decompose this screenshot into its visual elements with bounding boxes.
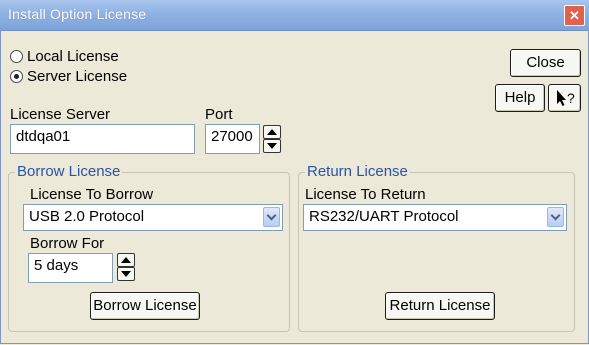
license-server-label: License Server <box>10 106 111 123</box>
arrow-down-icon <box>267 143 277 149</box>
borrow-license-group-title: Borrow License <box>15 163 123 180</box>
return-license-button[interactable]: Return License <box>385 292 495 320</box>
title-bar: Install Option License ✕ <box>0 0 589 31</box>
port-increment-button[interactable] <box>263 125 281 139</box>
question-glyph: ? <box>567 90 575 106</box>
radio-local-license-label: Local License <box>27 48 119 65</box>
radio-button-selected-icon[interactable] <box>10 70 23 83</box>
dropdown-chevron-icon[interactable] <box>263 207 280 227</box>
radio-server-license-label: Server License <box>27 68 128 85</box>
radio-button-icon[interactable] <box>10 50 23 63</box>
borrow-for-increment-button[interactable] <box>117 253 135 267</box>
return-license-group-title: Return License <box>305 163 410 180</box>
pointer-question-icon: ? <box>557 90 575 106</box>
window-title: Install Option License <box>8 6 147 22</box>
arrow-down-icon <box>121 271 131 277</box>
borrow-license-button[interactable]: Borrow License <box>90 292 200 320</box>
radio-server-license[interactable]: Server License <box>10 68 127 85</box>
port-label: Port <box>205 106 233 123</box>
arrow-up-icon <box>267 129 277 135</box>
license-to-return-label: License To Return <box>305 186 426 203</box>
license-to-return-select[interactable]: RS232/UART Protocol <box>303 204 567 231</box>
help-button[interactable]: Help <box>495 84 545 112</box>
radio-local-license[interactable]: Local License <box>10 48 119 65</box>
borrow-for-decrement-button[interactable] <box>117 267 135 281</box>
arrow-up-icon <box>121 257 131 263</box>
license-to-borrow-value: USB 2.0 Protocol <box>29 208 145 225</box>
borrow-for-label: Borrow For <box>30 235 105 252</box>
license-server-input[interactable]: dtdqa01 <box>10 124 195 154</box>
port-spinner[interactable] <box>263 125 281 153</box>
dropdown-chevron-icon[interactable] <box>547 207 564 227</box>
borrow-for-input[interactable]: 5 days <box>28 253 113 283</box>
license-to-return-value: RS232/UART Protocol <box>309 208 459 225</box>
close-window-icon[interactable]: ✕ <box>564 5 585 26</box>
whats-this-button[interactable]: ? <box>548 84 581 112</box>
close-button[interactable]: Close <box>510 49 581 77</box>
license-to-borrow-label: License To Borrow <box>30 186 154 203</box>
port-input[interactable]: 27000 <box>205 124 260 154</box>
borrow-for-spinner[interactable] <box>117 253 135 281</box>
port-decrement-button[interactable] <box>263 139 281 153</box>
license-to-borrow-select[interactable]: USB 2.0 Protocol <box>23 204 283 231</box>
